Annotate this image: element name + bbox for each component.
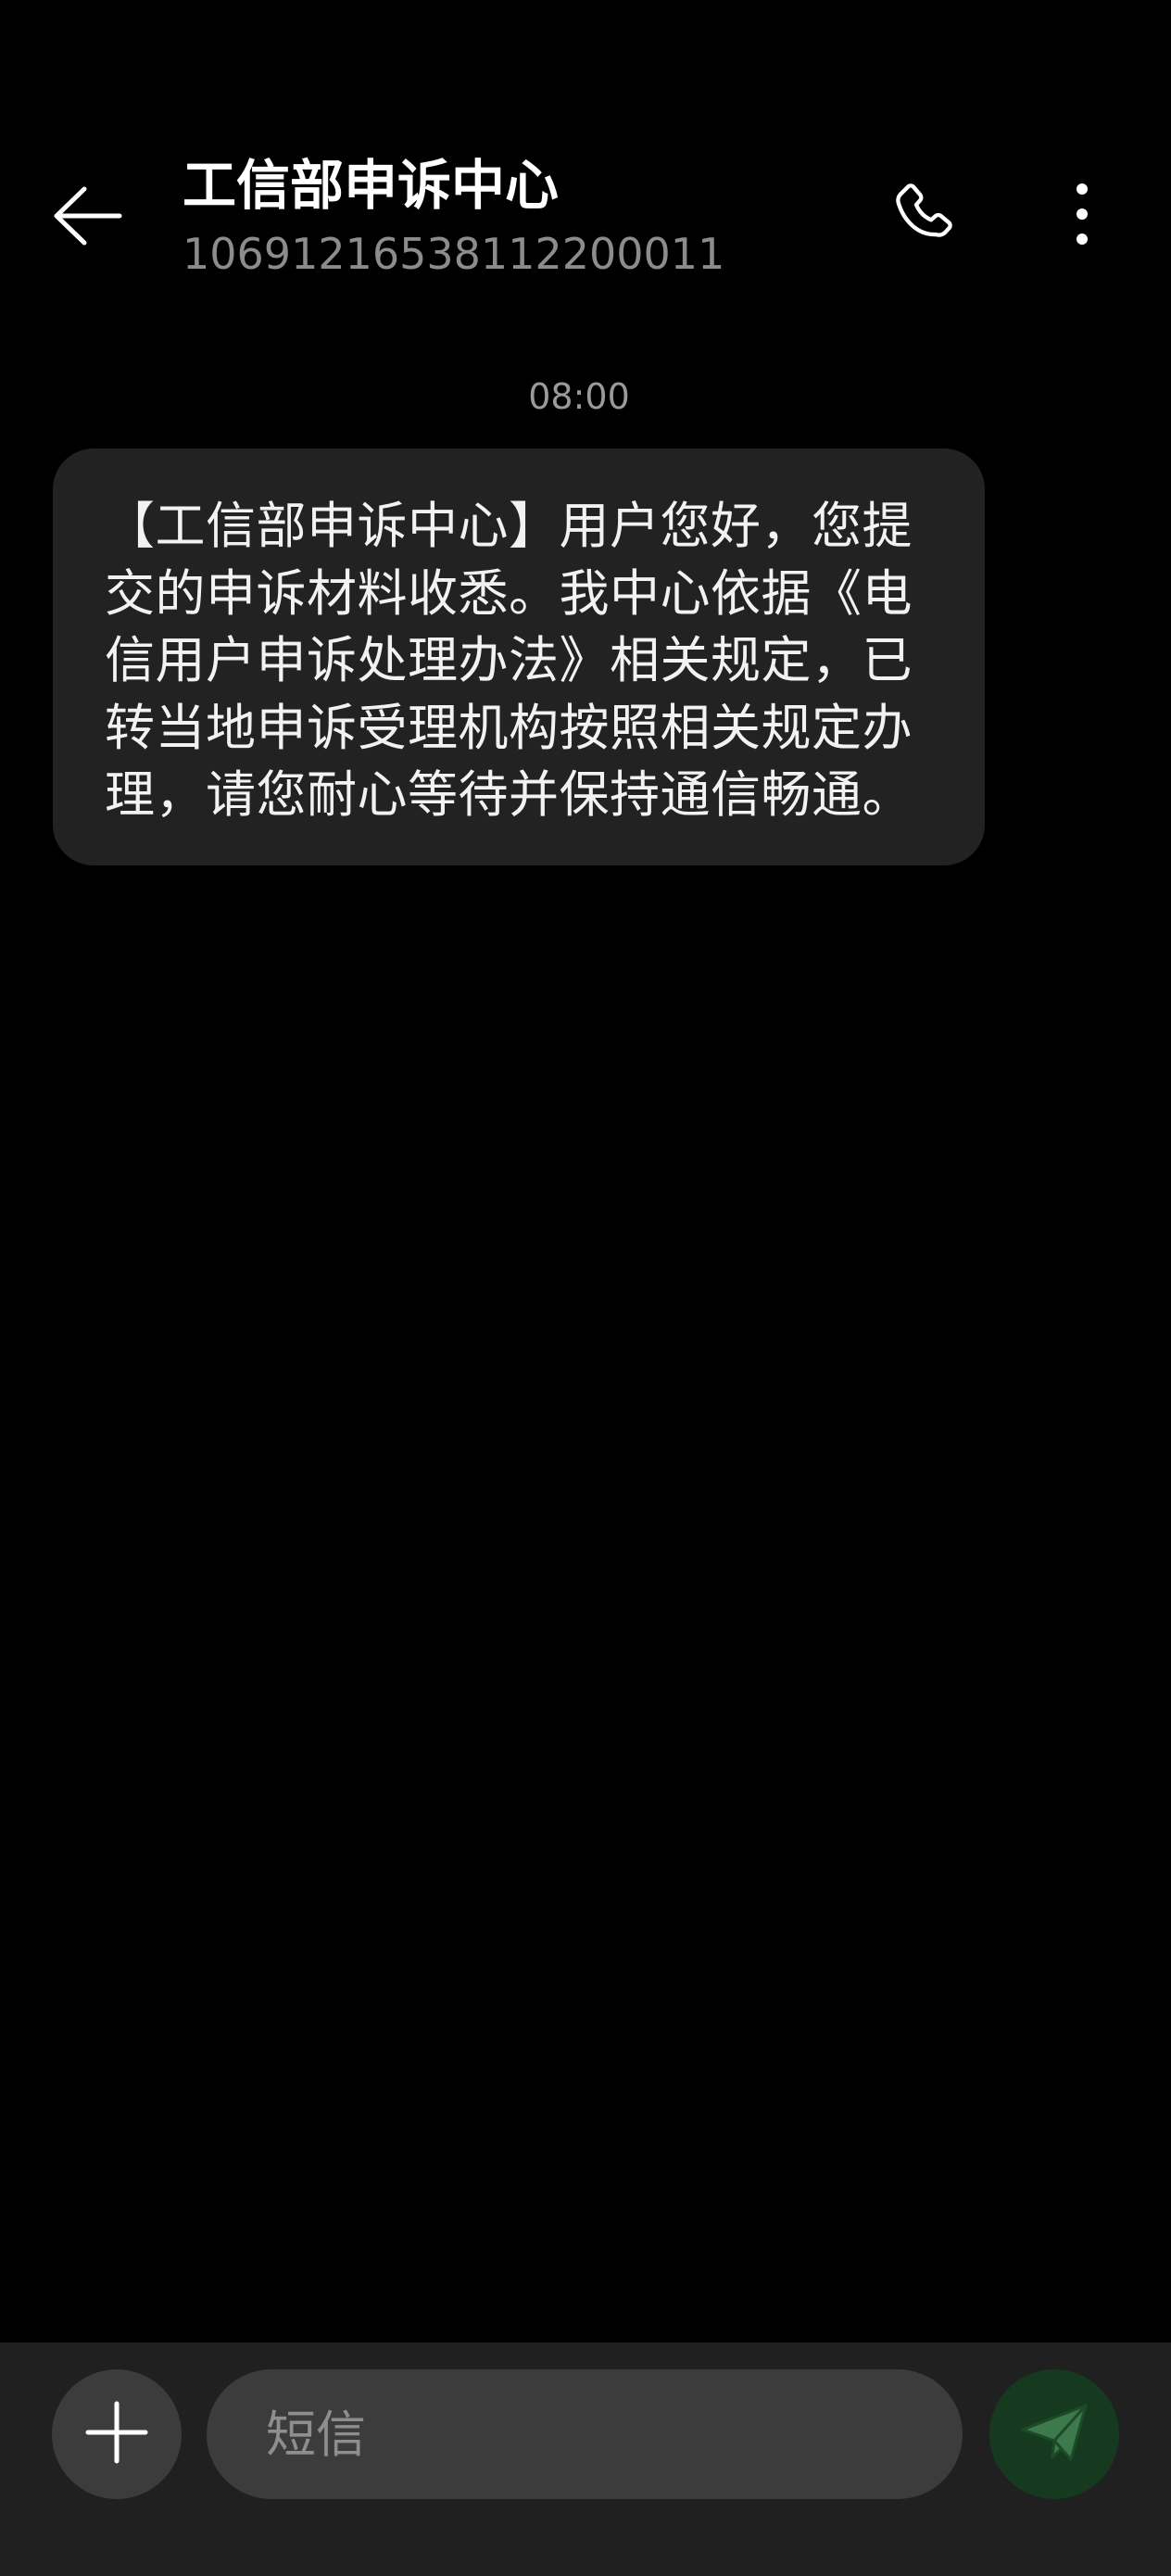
add-attachment-button[interactable] xyxy=(52,2369,182,2499)
contact-number: 1069121653811220001​1 xyxy=(183,229,725,279)
message-thread-screen: 工信部申诉中心 1069121653811220001​1 08:00 【工信部… xyxy=(0,0,1171,2576)
message-text: 【工信部申诉中心】用户您好，您提交的申诉材料收悉。我中心依据《电信用户申诉处理办… xyxy=(105,497,913,824)
arrow-left-icon xyxy=(51,183,125,252)
contact-name: 工信部申诉中心 xyxy=(183,154,560,217)
message-input[interactable] xyxy=(207,2369,963,2499)
plus-icon xyxy=(84,2400,149,2469)
incoming-message-bubble[interactable]: 【工信部申诉中心】用户您好，您提交的申诉材料收悉。我中心依据《电信用户申诉处理办… xyxy=(53,448,985,865)
contact-header: 工信部申诉中心 1069121653811220001​1 xyxy=(183,148,887,284)
send-button[interactable] xyxy=(989,2369,1119,2499)
call-button[interactable] xyxy=(871,162,977,269)
more-options-button[interactable] xyxy=(1028,162,1135,269)
phone-icon xyxy=(888,177,962,255)
send-icon xyxy=(1019,2402,1089,2467)
more-vertical-icon xyxy=(1073,182,1091,250)
back-button[interactable] xyxy=(37,167,139,269)
message-timestamp: 08:00 xyxy=(528,376,630,417)
